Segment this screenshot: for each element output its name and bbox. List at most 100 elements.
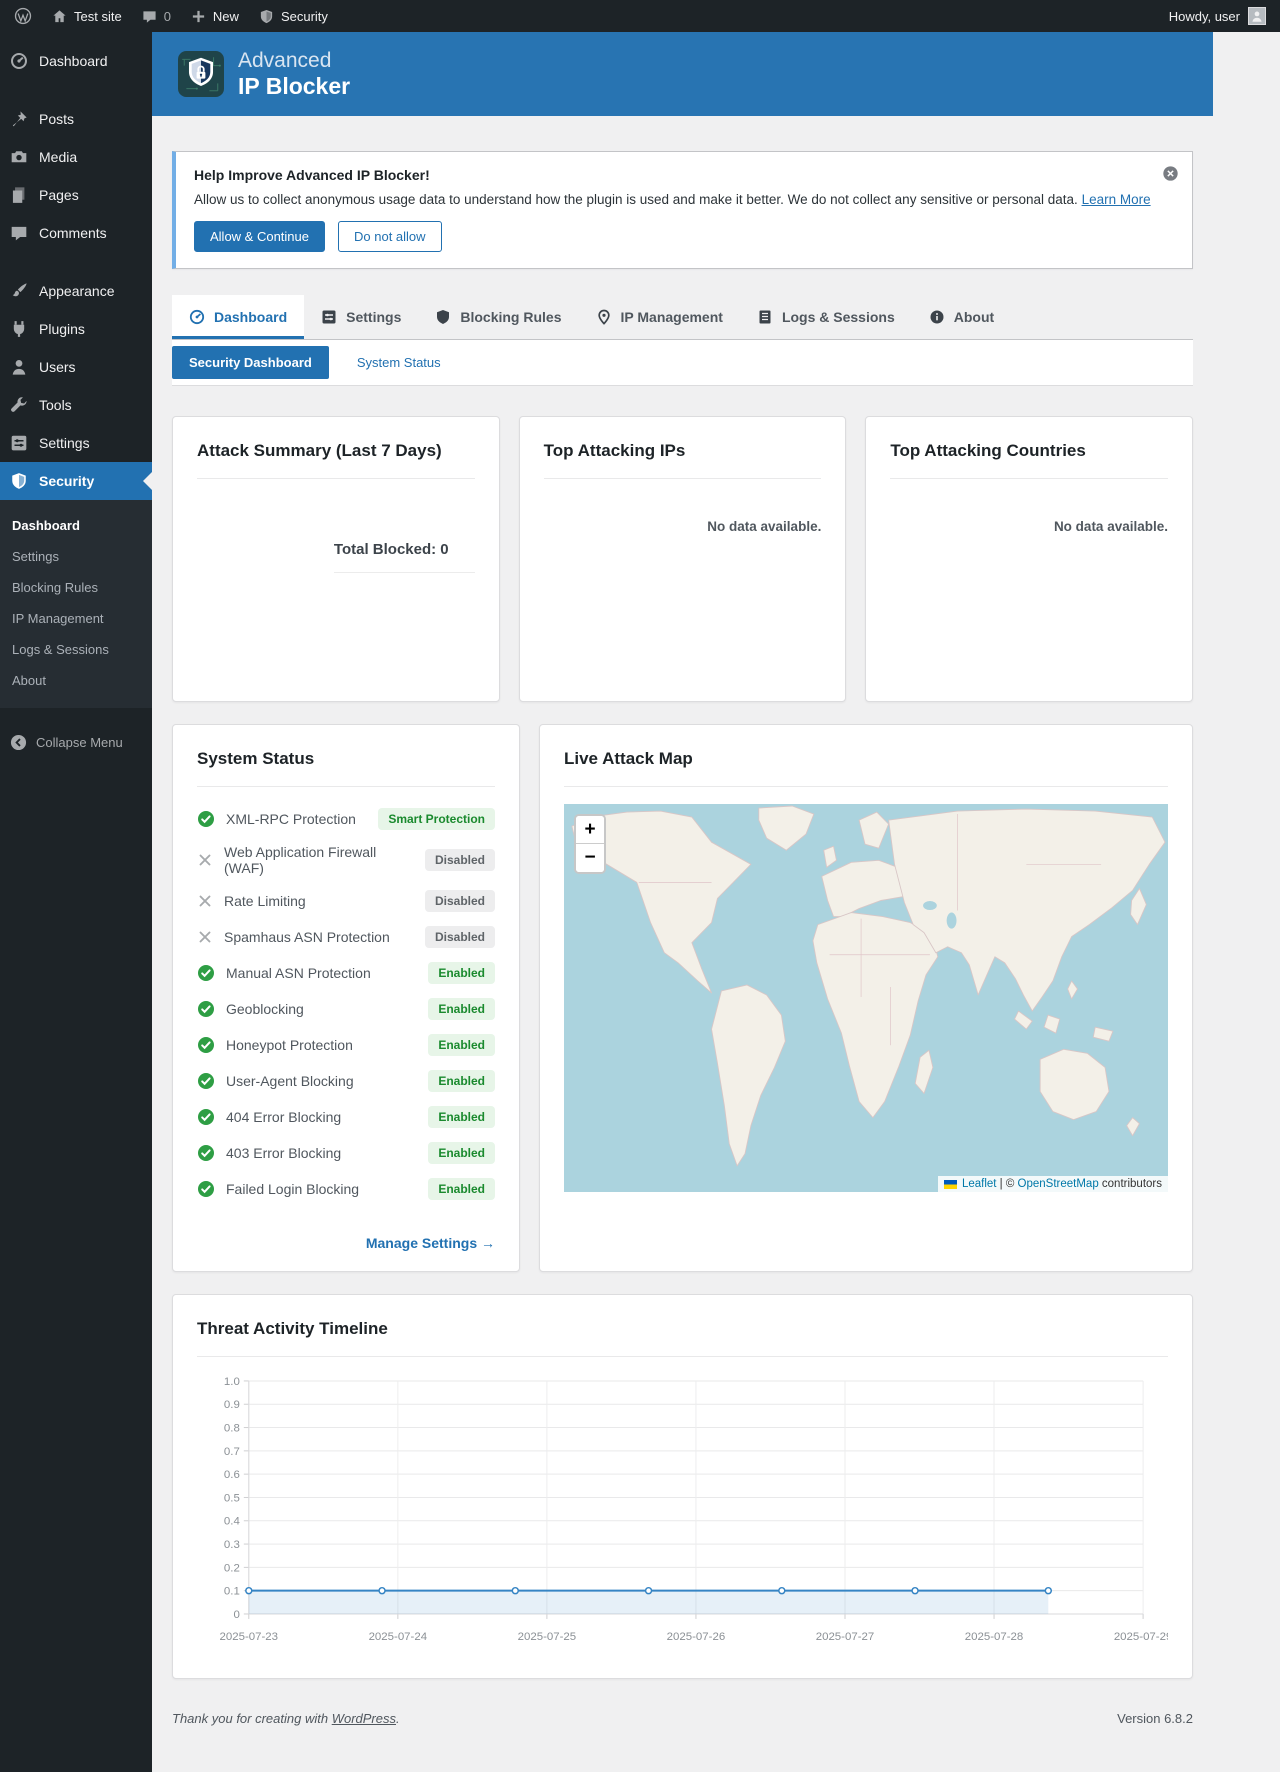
submenu-item-ip-management[interactable]: IP Management [0,603,152,634]
plugin-logo [178,51,224,97]
do-not-allow-button[interactable]: Do not allow [338,221,442,252]
tab-blocking-rules[interactable]: Blocking Rules [418,295,578,339]
sidebar-label: Posts [39,111,75,127]
subnav-security-dashboard[interactable]: Security Dashboard [172,346,329,379]
status-row: Rate Limiting Disabled [197,883,495,919]
manage-settings-link[interactable]: Manage Settings → [366,1235,495,1251]
dismiss-notice-icon[interactable] [1162,165,1179,182]
admin-footer: Thank you for creating with WordPress. V… [172,1711,1193,1772]
attack-map[interactable]: + − Leaflet | © OpenStreetMap contributo… [564,804,1168,1192]
check-circle-icon [198,811,214,827]
sidebar-item-tools[interactable]: Tools [0,386,152,424]
top-attacking-ips-card: Top Attacking IPs No data available. [518,416,847,702]
banner-title-line1: Advanced [238,48,332,72]
x-icon [199,895,211,907]
collapse-menu-button[interactable]: Collapse Menu [0,724,152,761]
sidebar-item-appearance[interactable]: Appearance [0,272,152,310]
submenu-item-dashboard[interactable]: Dashboard [0,510,152,541]
subnav-system-status[interactable]: System Status [357,355,441,370]
status-label: 404 Error Blocking [226,1109,342,1125]
check-circle-icon [198,1001,214,1017]
location-pin-icon [597,309,610,325]
live-attack-map-card: Live Attack Map + − Leaflet | © OpenStre… [539,724,1193,1272]
system-status-card: System Status XML-RPC Protection Smart Pr… [172,724,520,1272]
status-label: Honeypot Protection [226,1037,353,1053]
howdy-text[interactable]: Howdy, user [1169,9,1240,24]
submenu-item-blocking-rules[interactable]: Blocking Rules [0,572,152,603]
map-zoom-in-button[interactable]: + [576,816,604,844]
submenu-item-about[interactable]: About [0,665,152,696]
user-avatar[interactable] [1248,7,1266,25]
card-title: Live Attack Map [564,749,693,768]
check-circle-icon [198,1109,214,1125]
status-row: User-Agent Blocking Enabled [197,1063,495,1099]
sidebar-item-plugins[interactable]: Plugins [0,310,152,348]
dashboard-subnav: Security Dashboard System Status [172,340,1193,386]
sidebar-item-posts[interactable]: Posts [0,100,152,138]
sidebar-item-pages[interactable]: Pages [0,176,152,214]
check-circle-icon [198,1073,214,1089]
wordpress-link[interactable]: WordPress [332,1711,396,1726]
status-badge: Enabled [428,962,495,984]
admin-bar: Test site 0 New Security Howdy, user [0,0,1280,32]
plugin-tabs: Dashboard Settings Blocking Rules IP Man… [172,295,1193,340]
sidebar-label: Dashboard [39,53,108,69]
sidebar-item-users[interactable]: Users [0,348,152,386]
status-badge: Enabled [428,1070,495,1092]
sidebar-item-dashboard[interactable]: Dashboard [0,42,152,80]
map-zoom-controls: + − [574,814,606,874]
sidebar-item-comments[interactable]: Comments [0,214,152,252]
card-title: Top Attacking Countries [890,441,1086,460]
status-label: User-Agent Blocking [226,1073,354,1089]
svg-text:2025-07-23: 2025-07-23 [220,1631,279,1643]
check-circle-icon [198,1037,214,1053]
allow-continue-button[interactable]: Allow & Continue [194,221,325,252]
leaflet-link[interactable]: Leaflet [962,1178,997,1190]
wordpress-logo-icon[interactable] [14,7,32,25]
svg-text:1.0: 1.0 [224,1376,240,1388]
threat-timeline-chart: 0 0.1 0.2 0.3 0.4 0.5 0.6 0.7 0.8 0.9 1.0 2025-07-2… [220,1376,1168,1643]
tab-about[interactable]: About [912,295,1011,339]
tab-label: Dashboard [214,309,288,325]
wrench-icon [11,397,27,412]
comments-menu[interactable]: 0 [142,9,171,24]
status-list: XML-RPC Protection Smart Protection Web Ap… [197,801,495,1207]
tab-logs-sessions[interactable]: Logs & Sessions [740,295,912,339]
check-circle-icon [198,965,214,981]
home-icon [53,9,66,22]
submenu-item-logs-sessions[interactable]: Logs & Sessions [0,634,152,665]
pages-icon [12,187,25,203]
sidebar-item-security[interactable]: Security [0,462,152,500]
sidebar-item-media[interactable]: Media [0,138,152,176]
status-row: Spamhaus ASN Protection Disabled [197,919,495,955]
notice-title: Help Improve Advanced IP Blocker! [194,167,430,183]
new-menu[interactable]: New [191,9,239,24]
total-blocked-value: Total Blocked: 0 [333,541,475,573]
collapse-label: Collapse Menu [36,735,123,750]
learn-more-link[interactable]: Learn More [1082,192,1151,207]
openstreetmap-link[interactable]: OpenStreetMap [1018,1178,1099,1190]
status-label: Spamhaus ASN Protection [224,929,390,945]
svg-text:2025-07-28: 2025-07-28 [965,1631,1024,1643]
x-icon [199,854,211,866]
status-badge: Smart Protection [378,808,495,830]
telemetry-notice: Help Improve Advanced IP Blocker! Allow … [172,151,1193,269]
shield-icon [12,473,26,489]
site-menu[interactable]: Test site [52,9,122,24]
status-label: Web Application Firewall (WAF) [224,844,377,876]
check-circle-icon [198,1145,214,1161]
tab-settings[interactable]: Settings [304,295,418,339]
sidebar-item-settings[interactable]: Settings [0,424,152,462]
plugin-header-banner: Advanced IP Blocker [152,32,1213,116]
map-zoom-out-button[interactable]: − [576,844,604,872]
status-row: Honeypot Protection Enabled [197,1027,495,1063]
security-menu[interactable]: Security [259,9,328,24]
status-badge: Enabled [428,1142,495,1164]
camera-icon [11,151,27,163]
tab-dashboard[interactable]: Dashboard [172,295,305,339]
tab-ip-management[interactable]: IP Management [579,295,740,339]
info-icon [930,310,944,324]
submenu-item-settings[interactable]: Settings [0,541,152,572]
svg-text:0.3: 0.3 [224,1539,240,1551]
sidebar-label: Media [39,149,78,165]
